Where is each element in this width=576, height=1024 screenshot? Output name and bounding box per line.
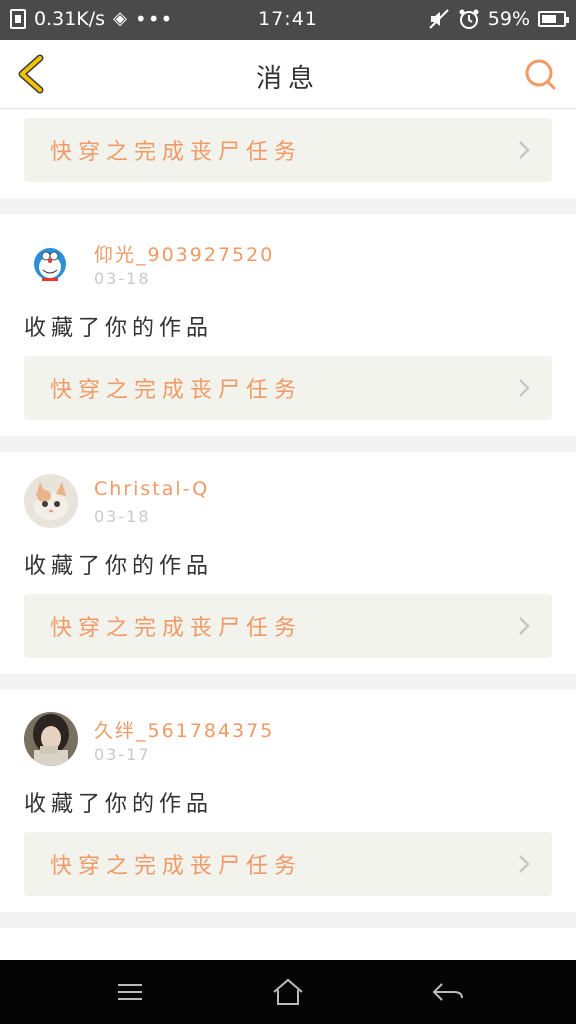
action-text: 收藏了你的作品 [24,792,214,817]
username[interactable]: Christal-Q [94,478,209,500]
divider [0,674,576,690]
date: 03-18 [94,269,151,288]
battery-percent: 59% [487,8,530,30]
work-title: 快穿之完成丧尸任务 [50,378,303,403]
divider [0,912,576,928]
chevron-right-icon [519,855,530,873]
chevron-right-icon [519,141,530,159]
work-card[interactable]: 快穿之完成丧尸任务 [24,832,552,896]
nav-back-icon[interactable] [428,976,468,1008]
battery-icon [538,11,569,27]
action-text: 收藏了你的作品 [24,554,214,579]
message-item: Christal-Q 03-18 收藏了你的作品 快穿之完成丧尸任务 [0,452,576,674]
mute-icon [429,9,449,29]
work-title: 快穿之完成丧尸任务 [50,140,303,165]
work-title: 快穿之完成丧尸任务 [50,854,303,879]
alarm-icon [459,9,479,29]
work-card[interactable]: 快穿之完成丧尸任务 [24,356,552,420]
search-icon[interactable] [522,56,558,92]
girl-avatar[interactable] [24,712,78,766]
doraemon-avatar[interactable] [24,236,78,290]
status-bar: 0.31K/s ◈ ••• 17:41 59% [0,0,576,40]
divider [0,198,576,214]
divider [0,436,576,452]
date: 03-18 [94,507,151,526]
home-icon[interactable] [268,976,308,1008]
menu-icon[interactable] [110,976,150,1008]
kitten-avatar[interactable] [24,474,78,528]
message-item [0,928,576,960]
message-list[interactable]: 快穿之完成丧尸任务 仰光_903927520 03-18 收藏了你的作品 快穿之… [0,109,576,960]
work-card[interactable]: 快穿之完成丧尸任务 [24,594,552,658]
app-header: 消息 [0,40,576,109]
status-right: 59% [428,8,569,30]
system-nav-bar [0,960,576,1024]
message-item: 久绊_561784375 03-17 收藏了你的作品 快穿之完成丧尸任务 [0,690,576,912]
message-item: 快穿之完成丧尸任务 [0,109,576,198]
user-row: Christal-Q 03-18 [24,452,552,532]
chevron-right-icon [519,379,530,397]
user-row: 仰光_903927520 03-18 [24,214,552,294]
page-title: 消息 [255,64,320,94]
chevron-right-icon [519,617,530,635]
work-title: 快穿之完成丧尸任务 [50,616,303,641]
work-card[interactable]: 快穿之完成丧尸任务 [24,118,552,182]
date: 03-17 [94,745,151,764]
message-item: 仰光_903927520 03-18 收藏了你的作品 快穿之完成丧尸任务 [0,214,576,436]
action-text: 收藏了你的作品 [24,316,214,341]
username[interactable]: 仰光_903927520 [94,240,274,267]
username[interactable]: 久绊_561784375 [94,716,274,743]
user-row: 久绊_561784375 03-17 [24,690,552,770]
